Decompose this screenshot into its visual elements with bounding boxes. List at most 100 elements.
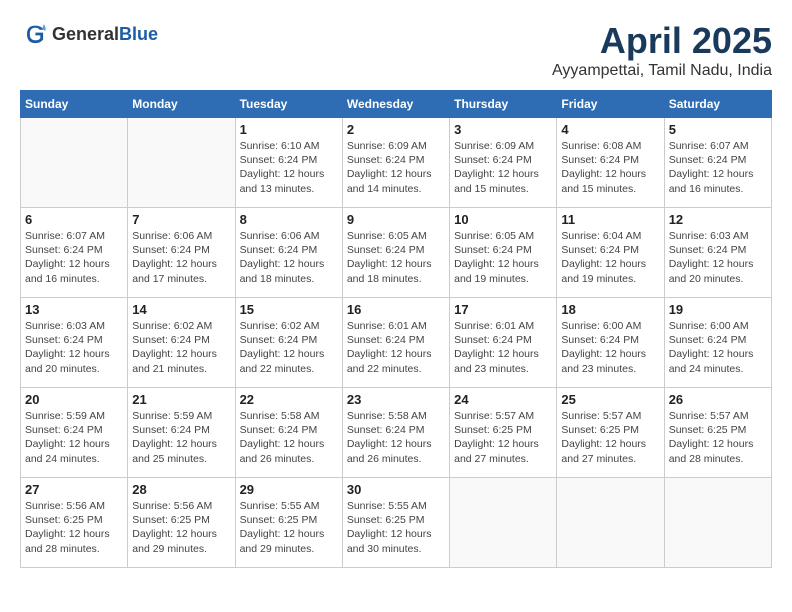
- day-info: Sunrise: 6:03 AM Sunset: 6:24 PM Dayligh…: [669, 229, 767, 286]
- logo-text-blue: Blue: [119, 24, 158, 44]
- day-info: Sunrise: 5:56 AM Sunset: 6:25 PM Dayligh…: [25, 499, 123, 556]
- calendar-cell: 25 Sunrise: 5:57 AM Sunset: 6:25 PM Dayli…: [557, 388, 664, 478]
- calendar-cell: 4 Sunrise: 6:08 AM Sunset: 6:24 PM Daylig…: [557, 118, 664, 208]
- calendar-week-5: 27 Sunrise: 5:56 AM Sunset: 6:25 PM Dayli…: [21, 478, 772, 568]
- calendar-cell: 13 Sunrise: 6:03 AM Sunset: 6:24 PM Dayli…: [21, 298, 128, 388]
- day-number: 3: [454, 122, 552, 137]
- day-info: Sunrise: 5:55 AM Sunset: 6:25 PM Dayligh…: [240, 499, 338, 556]
- calendar-cell: 8 Sunrise: 6:06 AM Sunset: 6:24 PM Daylig…: [235, 208, 342, 298]
- day-number: 6: [25, 212, 123, 227]
- calendar-cell: 5 Sunrise: 6:07 AM Sunset: 6:24 PM Daylig…: [664, 118, 771, 208]
- weekday-header-thursday: Thursday: [450, 91, 557, 118]
- day-info: Sunrise: 5:59 AM Sunset: 6:24 PM Dayligh…: [25, 409, 123, 466]
- weekday-header-sunday: Sunday: [21, 91, 128, 118]
- calendar-cell: 24 Sunrise: 5:57 AM Sunset: 6:25 PM Dayli…: [450, 388, 557, 478]
- day-number: 27: [25, 482, 123, 497]
- day-info: Sunrise: 6:07 AM Sunset: 6:24 PM Dayligh…: [25, 229, 123, 286]
- day-info: Sunrise: 5:57 AM Sunset: 6:25 PM Dayligh…: [454, 409, 552, 466]
- day-number: 7: [132, 212, 230, 227]
- day-info: Sunrise: 6:00 AM Sunset: 6:24 PM Dayligh…: [669, 319, 767, 376]
- day-info: Sunrise: 6:00 AM Sunset: 6:24 PM Dayligh…: [561, 319, 659, 376]
- calendar-cell: 18 Sunrise: 6:00 AM Sunset: 6:24 PM Dayli…: [557, 298, 664, 388]
- calendar-table: SundayMondayTuesdayWednesdayThursdayFrid…: [20, 90, 772, 568]
- day-number: 17: [454, 302, 552, 317]
- day-info: Sunrise: 5:59 AM Sunset: 6:24 PM Dayligh…: [132, 409, 230, 466]
- day-number: 14: [132, 302, 230, 317]
- calendar-cell: 29 Sunrise: 5:55 AM Sunset: 6:25 PM Dayli…: [235, 478, 342, 568]
- day-number: 21: [132, 392, 230, 407]
- calendar-week-4: 20 Sunrise: 5:59 AM Sunset: 6:24 PM Dayli…: [21, 388, 772, 478]
- calendar-cell: 6 Sunrise: 6:07 AM Sunset: 6:24 PM Daylig…: [21, 208, 128, 298]
- day-info: Sunrise: 5:57 AM Sunset: 6:25 PM Dayligh…: [561, 409, 659, 466]
- day-info: Sunrise: 6:09 AM Sunset: 6:24 PM Dayligh…: [347, 139, 445, 196]
- calendar-cell: 2 Sunrise: 6:09 AM Sunset: 6:24 PM Daylig…: [342, 118, 449, 208]
- weekday-header-wednesday: Wednesday: [342, 91, 449, 118]
- weekday-header-friday: Friday: [557, 91, 664, 118]
- day-info: Sunrise: 6:05 AM Sunset: 6:24 PM Dayligh…: [347, 229, 445, 286]
- day-number: 13: [25, 302, 123, 317]
- calendar-cell: 28Sunrise: 5:56 AM Sunset: 6:25 PM Dayli…: [128, 478, 235, 568]
- day-info: Sunrise: 6:06 AM Sunset: 6:24 PM Dayligh…: [240, 229, 338, 286]
- day-number: 11: [561, 212, 659, 227]
- weekday-header-saturday: Saturday: [664, 91, 771, 118]
- calendar-cell: 9 Sunrise: 6:05 AM Sunset: 6:24 PM Daylig…: [342, 208, 449, 298]
- calendar-cell: 7 Sunrise: 6:06 AM Sunset: 6:24 PM Daylig…: [128, 208, 235, 298]
- calendar-week-3: 13 Sunrise: 6:03 AM Sunset: 6:24 PM Dayli…: [21, 298, 772, 388]
- day-number: 2: [347, 122, 445, 137]
- day-number: 5: [669, 122, 767, 137]
- day-info: Sunrise: 6:03 AM Sunset: 6:24 PM Dayligh…: [25, 319, 123, 376]
- calendar-cell: [557, 478, 664, 568]
- calendar-cell: 12 Sunrise: 6:03 AM Sunset: 6:24 PM Dayli…: [664, 208, 771, 298]
- calendar-cell: 22 Sunrise: 5:58 AM Sunset: 6:24 PM Dayli…: [235, 388, 342, 478]
- logo-icon: [20, 20, 48, 48]
- day-number: 24: [454, 392, 552, 407]
- month-title: April 2025: [552, 20, 772, 62]
- calendar-week-1: 1Sunrise: 6:10 AM Sunset: 6:24 PM Daylig…: [21, 118, 772, 208]
- location-title: Ayyampettai, Tamil Nadu, India: [552, 62, 772, 80]
- day-number: 28: [132, 482, 230, 497]
- day-info: Sunrise: 6:05 AM Sunset: 6:24 PM Dayligh…: [454, 229, 552, 286]
- calendar-cell: 20 Sunrise: 5:59 AM Sunset: 6:24 PM Dayli…: [21, 388, 128, 478]
- day-number: 16: [347, 302, 445, 317]
- calendar-cell: 21 Sunrise: 5:59 AM Sunset: 6:24 PM Dayli…: [128, 388, 235, 478]
- day-number: 22: [240, 392, 338, 407]
- day-info: Sunrise: 6:01 AM Sunset: 6:24 PM Dayligh…: [454, 319, 552, 376]
- day-info: Sunrise: 6:06 AM Sunset: 6:24 PM Dayligh…: [132, 229, 230, 286]
- day-number: 20: [25, 392, 123, 407]
- day-info: Sunrise: 6:09 AM Sunset: 6:24 PM Dayligh…: [454, 139, 552, 196]
- calendar-cell: [664, 478, 771, 568]
- day-number: 29: [240, 482, 338, 497]
- day-info: Sunrise: 5:58 AM Sunset: 6:24 PM Dayligh…: [240, 409, 338, 466]
- calendar-week-2: 6 Sunrise: 6:07 AM Sunset: 6:24 PM Daylig…: [21, 208, 772, 298]
- day-info: Sunrise: 5:57 AM Sunset: 6:25 PM Dayligh…: [669, 409, 767, 466]
- day-info: Sunrise: 6:10 AM Sunset: 6:24 PM Dayligh…: [240, 139, 338, 196]
- day-number: 26: [669, 392, 767, 407]
- day-number: 23: [347, 392, 445, 407]
- calendar-cell: [450, 478, 557, 568]
- calendar-cell: 14Sunrise: 6:02 AM Sunset: 6:24 PM Dayli…: [128, 298, 235, 388]
- day-info: Sunrise: 6:01 AM Sunset: 6:24 PM Dayligh…: [347, 319, 445, 376]
- calendar-cell: 23 Sunrise: 5:58 AM Sunset: 6:24 PM Dayli…: [342, 388, 449, 478]
- day-number: 4: [561, 122, 659, 137]
- weekday-header-row: SundayMondayTuesdayWednesdayThursdayFrid…: [21, 91, 772, 118]
- day-number: 9: [347, 212, 445, 227]
- day-number: 12: [669, 212, 767, 227]
- day-number: 30: [347, 482, 445, 497]
- weekday-header-monday: Monday: [128, 91, 235, 118]
- day-info: Sunrise: 6:07 AM Sunset: 6:24 PM Dayligh…: [669, 139, 767, 196]
- logo-text-general: General: [52, 24, 119, 44]
- calendar-cell: 17 Sunrise: 6:01 AM Sunset: 6:24 PM Dayli…: [450, 298, 557, 388]
- day-number: 25: [561, 392, 659, 407]
- calendar-cell: [21, 118, 128, 208]
- calendar-cell: 19Sunrise: 6:00 AM Sunset: 6:24 PM Dayli…: [664, 298, 771, 388]
- day-number: 8: [240, 212, 338, 227]
- day-number: 18: [561, 302, 659, 317]
- calendar-cell: 27 Sunrise: 5:56 AM Sunset: 6:25 PM Dayli…: [21, 478, 128, 568]
- calendar-cell: 15Sunrise: 6:02 AM Sunset: 6:24 PM Dayli…: [235, 298, 342, 388]
- weekday-header-tuesday: Tuesday: [235, 91, 342, 118]
- day-info: Sunrise: 5:58 AM Sunset: 6:24 PM Dayligh…: [347, 409, 445, 466]
- page-header: GeneralBlue April 2025 Ayyampettai, Tami…: [20, 20, 772, 80]
- day-info: Sunrise: 6:08 AM Sunset: 6:24 PM Dayligh…: [561, 139, 659, 196]
- logo: GeneralBlue: [20, 20, 158, 48]
- day-info: Sunrise: 6:02 AM Sunset: 6:24 PM Dayligh…: [240, 319, 338, 376]
